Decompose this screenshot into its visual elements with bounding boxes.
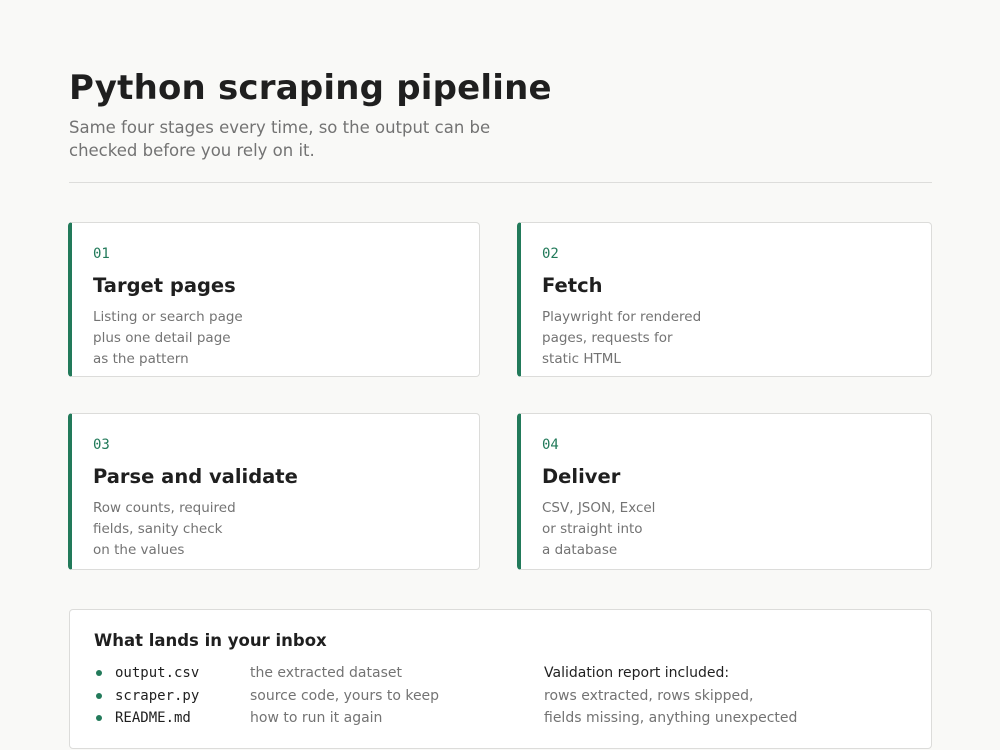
stage-description: Playwright for rendered pages, requests …: [542, 307, 722, 370]
stage-title: Fetch: [542, 274, 603, 297]
stage-description-line: pages, requests for: [542, 330, 673, 346]
deliverables-list: output.csv the extracted dataset scraper…: [94, 662, 524, 730]
stage-number: 01: [93, 246, 110, 262]
header-divider: [69, 182, 932, 183]
stage-description-line: as the pattern: [93, 351, 189, 367]
stage-card-target-pages: 01 Target pages Listing or search page p…: [68, 222, 480, 377]
list-item: scraper.py source code, yours to keep: [94, 685, 524, 708]
bullet-icon: [96, 670, 102, 676]
page-title: Python scraping pipeline: [69, 68, 552, 108]
validation-report-line: rows extracted, rows skipped,: [544, 687, 754, 704]
stage-title: Target pages: [93, 274, 236, 297]
stage-number: 04: [542, 437, 559, 453]
inbox-panel: What lands in your inbox output.csv the …: [69, 609, 932, 749]
list-item: README.md how to run it again: [94, 707, 524, 730]
file-name: README.md: [115, 710, 191, 726]
stage-description-line: Playwright for rendered: [542, 309, 702, 325]
file-name: scraper.py: [115, 687, 200, 704]
stage-number: 02: [542, 246, 559, 262]
stage-number: 03: [93, 437, 110, 453]
stage-description-line: static HTML: [542, 351, 621, 367]
stage-description: Listing or search page plus one detail p…: [93, 307, 273, 370]
bullet-icon: [96, 692, 102, 699]
stage-title: Parse and validate: [93, 465, 298, 488]
stage-description-line: Row counts, required: [93, 500, 236, 516]
list-item: output.csv the extracted dataset: [94, 662, 524, 685]
file-description: source code, yours to keep: [250, 687, 440, 704]
inbox-title: What lands in your inbox: [94, 631, 327, 650]
stage-card-deliver: 04 Deliver CSV, JSON, Excel or straight …: [517, 413, 932, 570]
stage-description-line: on the values: [93, 542, 185, 558]
bullet-icon: [96, 715, 102, 721]
page-header: Python scraping pipeline Same four stage…: [69, 66, 932, 162]
page-subtitle: Same four stages every time, so the outp…: [69, 118, 491, 160]
file-description: how to run it again: [250, 710, 383, 726]
stage-description-line: plus one detail page: [93, 330, 231, 346]
stage-description-line: a database: [542, 542, 618, 558]
validation-report-note: Validation report included: rows extract…: [544, 662, 844, 730]
file-name: output.csv: [115, 665, 200, 681]
stage-title: Deliver: [542, 465, 621, 488]
validation-report-line: fields missing, anything unexpected: [544, 710, 798, 726]
stage-description: Row counts, required fields, sanity chec…: [93, 498, 273, 561]
stage-description-line: CSV, JSON, Excel: [542, 500, 656, 516]
stage-description: CSV, JSON, Excel or straight into a data…: [542, 498, 722, 561]
stage-description-line: Listing or search page: [93, 309, 243, 325]
validation-report-heading: Validation report included:: [544, 665, 730, 681]
page: Python scraping pipeline Same four stage…: [0, 0, 1000, 750]
stage-card-fetch: 02 Fetch Playwright for rendered pages, …: [517, 222, 932, 377]
stage-card-parse-and-validate: 03 Parse and validate Row counts, requir…: [68, 413, 480, 570]
stage-description-line: fields, sanity check: [93, 521, 223, 537]
file-description: the extracted dataset: [250, 665, 402, 681]
stage-description-line: or straight into: [542, 521, 643, 537]
